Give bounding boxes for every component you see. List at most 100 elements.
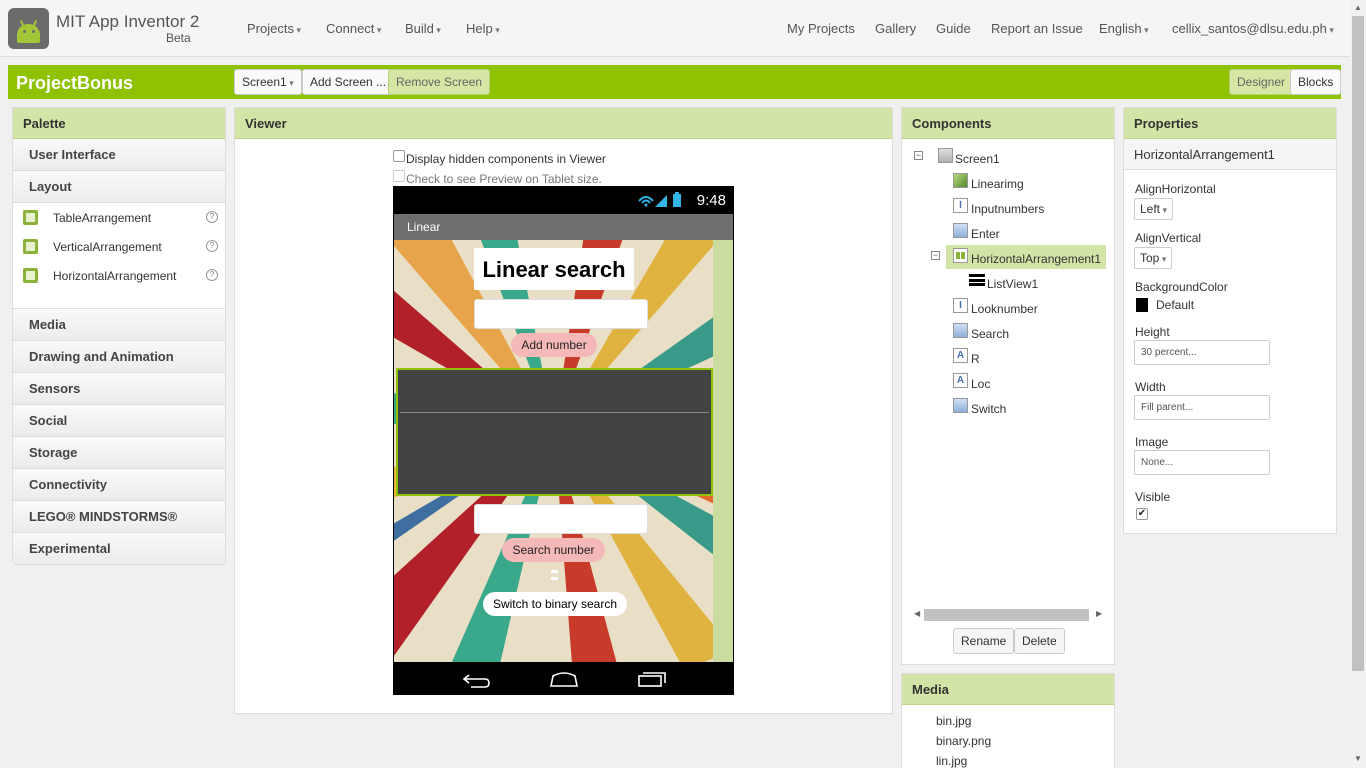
palette-category-sensors[interactable]: Sensors xyxy=(13,373,225,405)
add-number-button[interactable]: Add number xyxy=(511,333,597,357)
button-icon xyxy=(953,323,968,338)
visible-checkbox[interactable]: ✔ xyxy=(1136,508,1148,520)
height-input[interactable]: 30 percent... xyxy=(1134,340,1270,365)
recent-apps-icon[interactable] xyxy=(637,670,667,688)
tree-item-loc[interactable]: Loc xyxy=(971,377,990,391)
horizontal-arrangement-icon xyxy=(953,248,968,263)
app-inventor-logo-icon[interactable] xyxy=(8,8,49,49)
media-title: Media xyxy=(902,674,1114,705)
heading-label: Linear search xyxy=(474,248,634,290)
menu-help[interactable]: Help xyxy=(466,21,500,36)
menu-build[interactable]: Build xyxy=(405,21,441,36)
palette-item-label: HorizontalArrangement xyxy=(53,269,177,283)
look-number-textbox[interactable] xyxy=(474,504,648,534)
add-screen-button[interactable]: Add Screen ... xyxy=(302,69,395,95)
top-navbar: MIT App Inventor 2 Beta Projects Connect… xyxy=(0,0,1350,57)
tree-item-switch[interactable]: Switch xyxy=(971,402,1006,416)
palette-category-user-interface[interactable]: User Interface xyxy=(13,139,225,171)
phone-screen[interactable]: Linear search Add number Search number S… xyxy=(394,240,733,662)
media-file-item[interactable]: lin.jpg xyxy=(936,754,967,768)
help-icon[interactable]: ? xyxy=(206,211,218,223)
tree-item-search[interactable]: Search xyxy=(971,327,1009,341)
media-file-item[interactable]: bin.jpg xyxy=(936,714,971,728)
label-icon: A xyxy=(953,373,968,388)
screen-select-dropdown[interactable]: Screen1 xyxy=(234,69,302,95)
display-hidden-checkbox[interactable] xyxy=(393,150,405,162)
help-icon[interactable]: ? xyxy=(206,240,218,252)
media-file-item[interactable]: binary.png xyxy=(936,734,991,748)
visible-label: Visible xyxy=(1135,490,1171,504)
phone-preview: 9:48 Linear Linear search Add number Sea… xyxy=(393,186,734,695)
phone-status-bar: 9:48 xyxy=(393,186,734,214)
palette-category-drawing-animation[interactable]: Drawing and Animation xyxy=(13,341,225,373)
tree-item-linearimg[interactable]: Linearimg xyxy=(971,177,1024,191)
link-gallery[interactable]: Gallery xyxy=(875,21,916,36)
palette-category-experimental[interactable]: Experimental xyxy=(13,533,225,565)
tree-item-looknumber[interactable]: Looknumber xyxy=(971,302,1038,316)
horizontal-arrangement-icon xyxy=(23,268,38,283)
link-guide[interactable]: Guide xyxy=(936,21,971,36)
back-icon[interactable] xyxy=(461,670,491,688)
page-vertical-scrollbar[interactable]: ▲ ▼ xyxy=(1350,0,1366,768)
vertical-arrangement-icon xyxy=(23,239,38,254)
horizontal-arrangement-selected[interactable] xyxy=(396,368,713,496)
tree-item-horizontalarrangement1[interactable]: HorizontalArrangement1 xyxy=(971,252,1101,266)
align-vertical-select[interactable]: Top xyxy=(1134,247,1173,269)
color-swatch-icon[interactable] xyxy=(1136,298,1148,312)
menu-user-account[interactable]: cellix_santos@dlsu.edu.ph xyxy=(1172,21,1334,36)
palette-item-vertical-arrangement[interactable]: VerticalArrangement ? xyxy=(13,235,225,259)
palette-item-table-arrangement[interactable]: TableArrangement ? xyxy=(13,206,225,230)
designer-button[interactable]: Designer xyxy=(1229,69,1294,95)
palette-category-storage[interactable]: Storage xyxy=(13,437,225,469)
help-icon[interactable]: ? xyxy=(206,269,218,281)
home-icon[interactable] xyxy=(549,670,579,688)
properties-title: Properties xyxy=(1124,108,1336,139)
scroll-down-icon[interactable]: ▼ xyxy=(1354,754,1362,763)
link-report-issue[interactable]: Report an Issue xyxy=(991,21,1083,36)
label-loc xyxy=(551,577,558,580)
scroll-right-icon[interactable]: ▶ xyxy=(1096,609,1102,618)
search-number-button[interactable]: Search number xyxy=(502,538,605,562)
background-color-value[interactable]: Default xyxy=(1156,298,1194,312)
tablet-preview-checkbox[interactable] xyxy=(393,170,405,182)
menu-projects[interactable]: Projects xyxy=(247,21,301,36)
palette-item-label: VerticalArrangement xyxy=(53,240,162,254)
rename-button[interactable]: Rename xyxy=(953,628,1015,654)
input-numbers-textbox[interactable] xyxy=(474,299,648,329)
align-horizontal-select[interactable]: Left xyxy=(1134,198,1174,220)
palette-category-social[interactable]: Social xyxy=(13,405,225,437)
tree-item-listview1[interactable]: ListView1 xyxy=(987,277,1038,291)
scroll-up-icon[interactable]: ▲ xyxy=(1354,3,1362,12)
app-title[interactable]: MIT App Inventor 2 xyxy=(56,12,199,32)
tree-item-screen1[interactable]: Screen1 xyxy=(955,152,1000,166)
delete-button[interactable]: Delete xyxy=(1014,628,1065,654)
screen-right-margin xyxy=(713,240,733,662)
palette-category-media[interactable]: Media xyxy=(13,309,225,341)
heading-text: Linear search xyxy=(482,257,626,282)
components-horizontal-scrollbar[interactable]: ◀ ▶ xyxy=(912,608,1105,621)
switch-binary-button[interactable]: Switch to binary search xyxy=(483,592,627,616)
width-input[interactable]: Fill parent... xyxy=(1134,395,1270,420)
blocks-button[interactable]: Blocks xyxy=(1290,69,1342,95)
scroll-left-icon[interactable]: ◀ xyxy=(914,609,920,618)
menu-connect[interactable]: Connect xyxy=(326,21,381,36)
palette-category-layout[interactable]: Layout xyxy=(13,171,225,203)
remove-screen-button[interactable]: Remove Screen xyxy=(388,69,491,95)
image-label: Image xyxy=(1135,435,1169,449)
image-icon xyxy=(953,173,968,188)
tree-item-r[interactable]: R xyxy=(971,352,980,366)
collapse-icon[interactable]: − xyxy=(931,251,940,260)
palette-item-horizontal-arrangement[interactable]: HorizontalArrangement ? xyxy=(13,264,225,288)
collapse-icon[interactable]: − xyxy=(914,151,923,160)
tree-item-enter[interactable]: Enter xyxy=(971,227,1000,241)
page-scrollbar-thumb[interactable] xyxy=(1352,16,1364,671)
scrollbar-thumb[interactable] xyxy=(924,609,1089,621)
palette-panel: Palette User Interface Layout TableArran… xyxy=(12,107,226,565)
image-input[interactable]: None... xyxy=(1134,450,1270,475)
link-my-projects[interactable]: My Projects xyxy=(787,21,855,36)
menu-language[interactable]: English xyxy=(1099,21,1149,36)
palette-category-connectivity[interactable]: Connectivity xyxy=(13,469,225,501)
palette-category-lego-mindstorms[interactable]: LEGO® MINDSTORMS® xyxy=(13,501,225,533)
tree-item-inputnumbers[interactable]: Inputnumbers xyxy=(971,202,1044,216)
phone-nav-bar xyxy=(393,662,734,695)
